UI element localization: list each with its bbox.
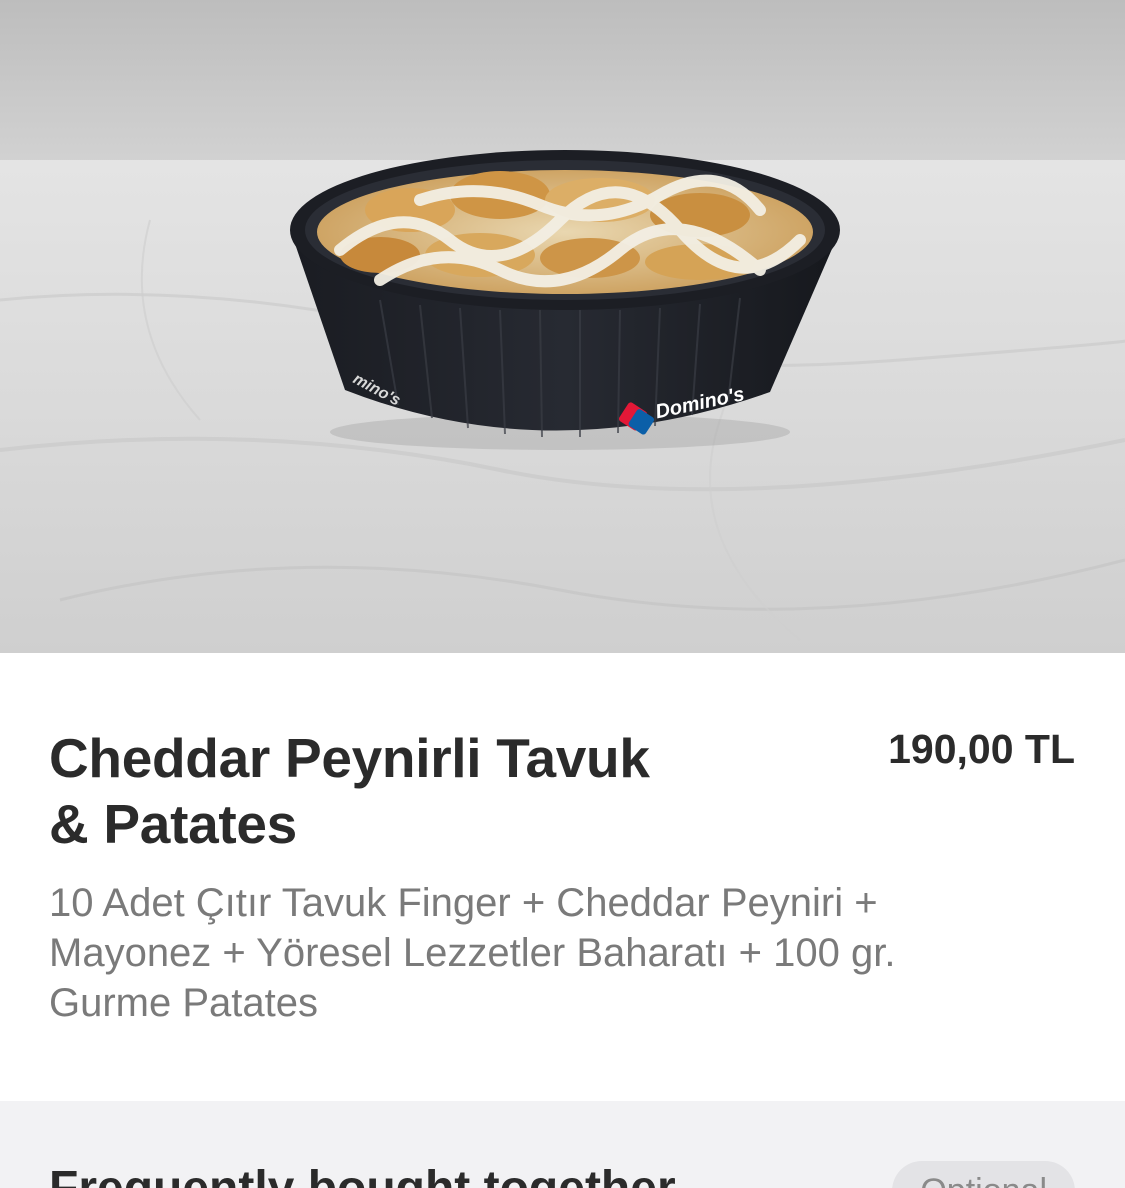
frequently-bought-section: Frequently bought together Optional [0,1101,1125,1188]
frequently-bought-title: Frequently bought together [49,1161,676,1188]
product-info: Cheddar Peynirli Tavuk & Patates 190,00 … [0,653,1125,1101]
product-title: Cheddar Peynirli Tavuk & Patates [49,727,650,855]
product-description: 10 Adet Çıtır Tavuk Finger + Cheddar Pey… [49,881,896,1025]
product-price: 190,00 TL [888,726,1075,772]
product-image: Domino's mino's [0,0,1125,653]
product-detail-page: Domino's mino's Cheddar Peynirli Tavuk &… [0,0,1125,1188]
optional-badge: Optional [892,1161,1075,1188]
